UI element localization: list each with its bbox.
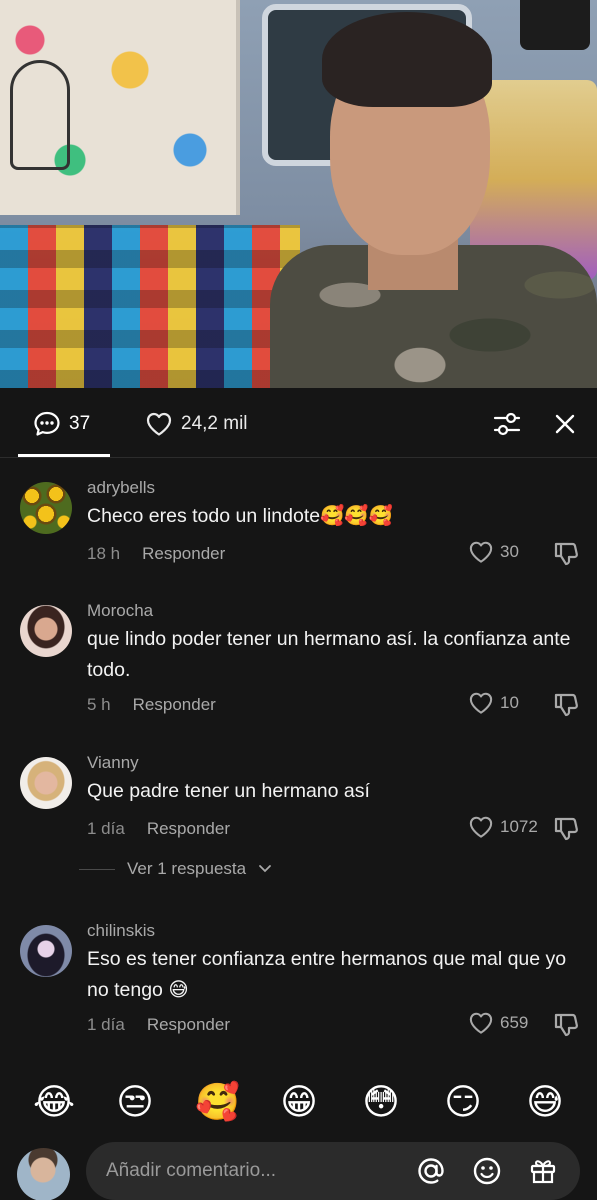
likes-count: 24,2 mil xyxy=(181,413,248,434)
tab-likes[interactable]: 24,2 mil xyxy=(145,410,248,438)
avatar[interactable] xyxy=(20,757,72,809)
at-sign-icon xyxy=(418,1158,444,1184)
comments-panel: 37 24,2 mil adrybells Checo eres todo un… xyxy=(0,388,597,1200)
comment-username[interactable]: adrybells xyxy=(87,478,155,498)
thumbs-down-icon xyxy=(554,693,578,717)
comment-text: que lindo poder tener un hermano así. la… xyxy=(87,628,571,681)
background-speaker xyxy=(520,0,590,50)
like-button[interactable]: 30 xyxy=(468,540,519,564)
heart-icon xyxy=(469,1012,493,1034)
person-hair xyxy=(322,12,492,107)
filter-button[interactable] xyxy=(491,408,523,440)
comment-meta: 18 h Responder xyxy=(87,544,225,564)
emoji-picker-button[interactable] xyxy=(472,1156,502,1186)
emoji-button[interactable]: 😒 xyxy=(113,1080,157,1124)
comment-time: 1 día xyxy=(87,1015,125,1034)
avatar[interactable] xyxy=(20,605,72,657)
comment-composer xyxy=(0,1140,597,1200)
avatar[interactable] xyxy=(20,925,72,977)
comment-bubble-icon xyxy=(34,411,60,436)
replies-divider xyxy=(79,868,115,870)
dislike-button[interactable] xyxy=(552,815,580,843)
like-button[interactable]: 659 xyxy=(468,1011,528,1035)
like-button[interactable]: 10 xyxy=(468,691,519,715)
emoji-button[interactable]: 😏 xyxy=(441,1080,485,1124)
thumbs-down-icon xyxy=(554,817,578,841)
comment-time: 18 h xyxy=(87,544,121,563)
emoji-button[interactable]: 🥰 xyxy=(195,1080,240,1124)
emoji-quick-bar: 😂 😒 🥰 😁 😳 😏 😅 xyxy=(0,1080,597,1126)
reply-button[interactable]: Responder xyxy=(142,544,225,564)
emoji-button[interactable]: 😅 xyxy=(523,1080,567,1124)
comment-meta: 1 día Responder xyxy=(87,819,230,839)
mention-button[interactable] xyxy=(416,1156,446,1186)
like-count: 30 xyxy=(500,542,519,561)
heart-icon xyxy=(469,541,493,563)
close-button[interactable] xyxy=(549,408,581,440)
view-replies-label: Ver 1 respuesta xyxy=(127,859,247,878)
dislike-button[interactable] xyxy=(552,1011,580,1039)
heart-icon xyxy=(146,412,172,436)
comment-input[interactable] xyxy=(106,1142,406,1200)
view-replies-button[interactable]: Ver 1 respuesta xyxy=(79,859,272,879)
comment-username[interactable]: Vianny xyxy=(87,753,139,773)
reply-button[interactable]: Responder xyxy=(147,819,230,839)
like-count: 659 xyxy=(500,1013,529,1032)
comment-username[interactable]: chilinskis xyxy=(87,921,155,941)
dislike-button[interactable] xyxy=(552,540,580,568)
thumbs-down-icon xyxy=(554,1013,578,1037)
thumbs-down-icon xyxy=(554,542,578,566)
dislike-button[interactable] xyxy=(552,691,580,719)
heart-icon xyxy=(469,692,493,714)
smiley-icon xyxy=(473,1157,501,1185)
comment-time: 1 día xyxy=(87,819,125,838)
gift-icon xyxy=(530,1160,556,1184)
video-player[interactable] xyxy=(0,0,597,388)
comment-text: Eso es tener confianza entre hermanos qu… xyxy=(87,948,567,1001)
background-blanket xyxy=(0,225,300,388)
close-icon xyxy=(555,414,575,434)
emoji-button[interactable]: 😁 xyxy=(277,1080,321,1124)
comment-meta: 1 día Responder xyxy=(87,1015,230,1035)
like-button[interactable]: 1072 xyxy=(468,815,538,839)
avatar[interactable] xyxy=(20,482,72,534)
user-avatar[interactable] xyxy=(17,1148,70,1200)
reply-button[interactable]: Responder xyxy=(147,1015,230,1035)
chevron-down-icon xyxy=(259,865,271,873)
tab-comments[interactable]: 37 xyxy=(33,410,90,438)
active-tab-indicator xyxy=(18,454,110,457)
comments-count: 37 xyxy=(69,413,91,434)
comment-username[interactable]: Morocha xyxy=(87,601,153,621)
gift-button[interactable] xyxy=(528,1156,558,1186)
comment-input-box[interactable] xyxy=(86,1142,580,1200)
emoji-button[interactable]: 😂 xyxy=(32,1080,76,1124)
heart-icon xyxy=(469,816,493,838)
sliders-icon xyxy=(493,412,521,436)
comment-text: Que padre tener un hermano así xyxy=(87,780,370,802)
comment-time: 5 h xyxy=(87,695,111,714)
background-collage xyxy=(0,0,240,215)
emoji-button[interactable]: 😳 xyxy=(359,1080,403,1124)
like-count: 1072 xyxy=(500,817,538,836)
comments-header: 37 24,2 mil xyxy=(0,388,597,458)
comment-text: Checo eres todo un lindote🥰🥰🥰 xyxy=(87,505,393,527)
reply-button[interactable]: Responder xyxy=(133,695,216,715)
comment-meta: 5 h Responder xyxy=(87,695,216,715)
like-count: 10 xyxy=(500,693,519,712)
